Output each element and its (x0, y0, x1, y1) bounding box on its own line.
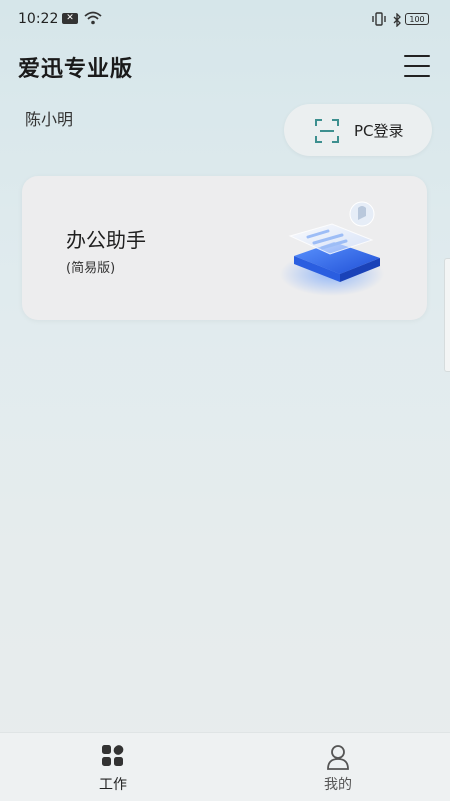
person-icon (326, 744, 350, 774)
nav-work-label: 工作 (99, 777, 127, 793)
bottom-navigation: 工作 我的 (0, 732, 450, 801)
menu-button[interactable] (404, 55, 430, 79)
status-time: 10:22 (18, 11, 59, 27)
status-bar: 10:22 ✕ 100 (0, 0, 450, 36)
pc-login-button[interactable]: PC登录 (284, 104, 432, 156)
bluetooth-icon (392, 12, 402, 31)
scan-icon (314, 118, 340, 148)
vibrate-icon (370, 11, 388, 31)
user-name: 陈小明 (25, 110, 74, 129)
side-drawer-handle[interactable] (444, 258, 450, 372)
nav-mine-tab[interactable]: 我的 (278, 733, 398, 801)
nav-work-tab[interactable]: 工作 (53, 733, 173, 801)
document-stack-illustration (262, 194, 402, 308)
app-title: 爱迅专业版 (18, 57, 134, 82)
card-title: 办公助手 (66, 228, 146, 252)
battery-icon: 100 (405, 13, 429, 25)
notification-icon: ✕ (62, 13, 78, 24)
wifi-icon (84, 10, 102, 29)
apps-grid-icon (101, 744, 125, 772)
pc-login-label: PC登录 (354, 122, 404, 140)
office-assistant-card[interactable]: 办公助手 (简易版) (22, 176, 427, 320)
hamburger-menu-icon (404, 55, 430, 77)
card-subtitle: (简易版) (66, 261, 116, 276)
nav-mine-label: 我的 (324, 777, 352, 793)
